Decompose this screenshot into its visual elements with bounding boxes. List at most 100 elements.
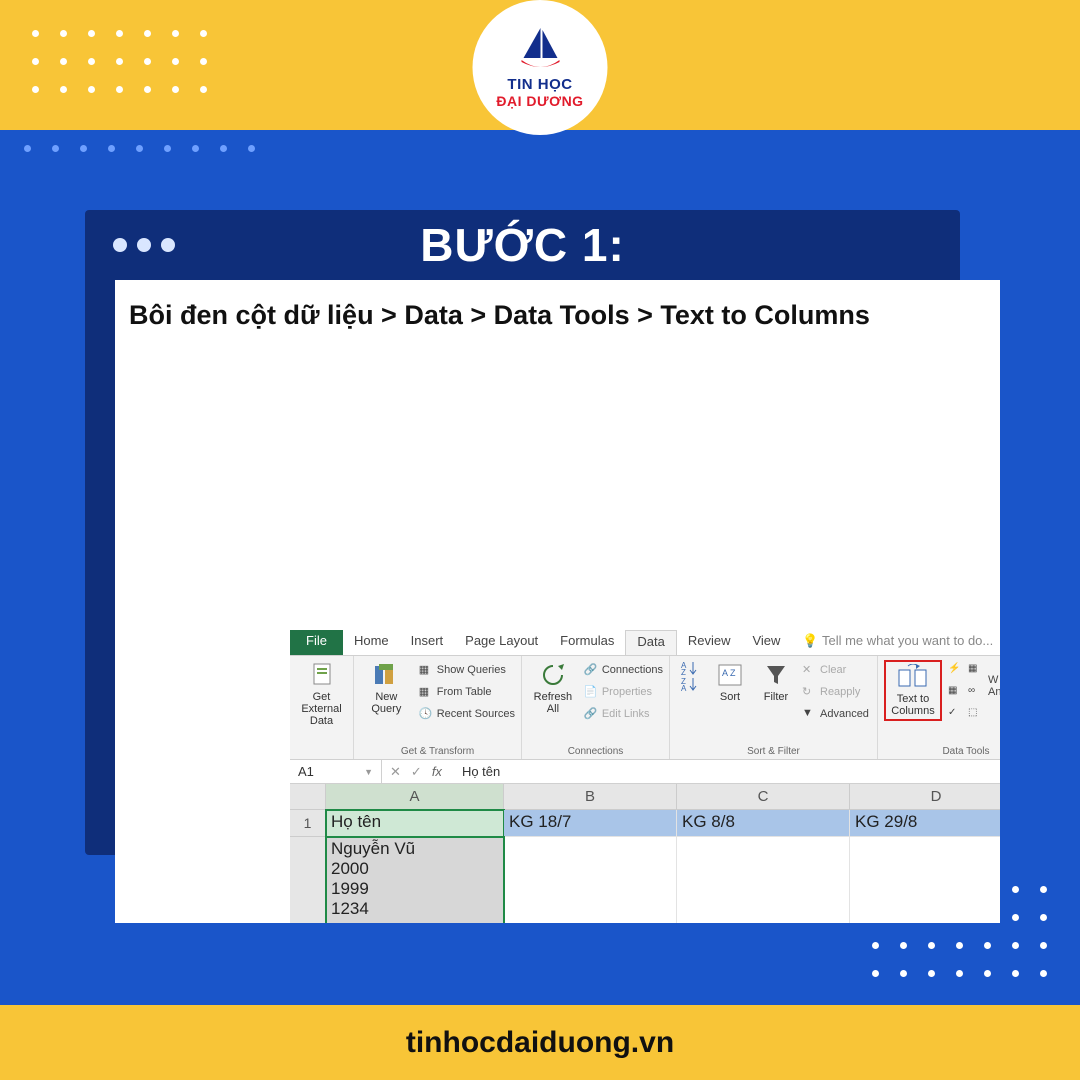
connections-button[interactable]: 🔗Connections (584, 660, 663, 680)
data-validation-button[interactable]: ✓ (948, 704, 962, 724)
cancel-icon[interactable]: ✕ (390, 764, 401, 780)
cell[interactable]: KG 29/8 (850, 810, 1000, 837)
decoration-dots-top (32, 30, 210, 96)
group-label: Get & Transform (360, 743, 515, 757)
group-label: Data Tools (884, 743, 1000, 757)
filter-button[interactable]: Filter (756, 660, 796, 703)
excel-screenshot: File Home Insert Page Layout Formulas Da… (290, 630, 1000, 923)
tab-formulas[interactable]: Formulas (549, 630, 625, 655)
recent-icon: 🕓 (419, 707, 433, 721)
advanced-button[interactable]: ▼Advanced (802, 704, 869, 724)
group-connections: Refresh All 🔗Connections 📄Properties 🔗Ed… (522, 656, 670, 759)
relationships-button[interactable]: ∞ (968, 682, 982, 702)
name-box-value: A1 (298, 764, 314, 779)
cell[interactable]: KG 8/8 (677, 810, 850, 837)
row-headers: 1 2 3 4 (290, 784, 326, 923)
label: Reapply (820, 686, 860, 698)
label: Connections (602, 664, 663, 676)
decoration-dots-blue (24, 145, 258, 155)
label: Recent Sources (437, 708, 515, 720)
logo: TIN HỌC ĐẠI DƯƠNG (473, 0, 608, 135)
external-data-icon (310, 662, 334, 688)
sort-icon: A Z (717, 662, 743, 688)
svg-text:Z: Z (681, 668, 686, 676)
clear-button[interactable]: ✕ Clear (802, 660, 869, 680)
flash-fill-button[interactable]: ⚡ (948, 660, 962, 680)
consolidate-button[interactable]: ▦ (968, 660, 982, 680)
show-queries-button[interactable]: ▦Show Queries (419, 660, 515, 680)
sailboat-icon (515, 26, 565, 70)
formula-value[interactable]: Họ tên (462, 764, 500, 779)
group-label: Sort & Filter (676, 743, 871, 757)
cell[interactable] (504, 837, 677, 923)
tab-home[interactable]: Home (343, 630, 400, 655)
table-row: Nguyễn Vũ 2000 1999 1234 (326, 837, 1000, 923)
label: Properties (602, 686, 652, 698)
col-header-a[interactable]: A (326, 784, 504, 810)
tab-data[interactable]: Data (625, 630, 676, 655)
tab-page-layout[interactable]: Page Layout (454, 630, 549, 655)
table-icon: ▦ (419, 685, 433, 699)
enter-icon[interactable]: ✓ (411, 764, 422, 780)
label: From Table (437, 686, 492, 698)
label: Advanced (820, 708, 869, 720)
recent-sources-button[interactable]: 🕓 Recent Sources (419, 704, 515, 724)
sort-za-icon: ZA (681, 676, 699, 692)
instruction-text: Bôi đen cột dữ liệu > Data > Data Tools … (115, 280, 1000, 341)
logo-text-1: TIN HỌC (507, 76, 572, 93)
table-icon: ▦ (419, 663, 433, 677)
tab-view[interactable]: View (741, 630, 791, 655)
validation-icon: ✓ (948, 707, 962, 721)
tab-file[interactable]: File (290, 630, 343, 655)
row-header[interactable]: 1 (290, 810, 326, 837)
fx-icon[interactable]: fx (432, 764, 442, 779)
tab-insert[interactable]: Insert (400, 630, 455, 655)
consolidate-icon: ▦ (968, 663, 982, 677)
sort-button[interactable]: A Z Sort (710, 660, 750, 703)
properties-button[interactable]: 📄Properties (584, 682, 663, 702)
group-get-external: Get External Data (290, 656, 354, 759)
text-to-columns-icon (898, 664, 928, 690)
reapply-button[interactable]: ↻Reapply (802, 682, 869, 702)
get-external-data-button[interactable]: Get External Data (296, 660, 347, 727)
new-query-button[interactable]: New Query (360, 660, 413, 715)
tab-review[interactable]: Review (677, 630, 742, 655)
whatif-truncated: W An (988, 660, 1000, 698)
tell-me[interactable]: 💡 Tell me what you want to do... (791, 630, 1000, 655)
sort-az-icon: AZ (681, 660, 699, 676)
new-query-icon (373, 662, 399, 688)
remove-dup-button[interactable]: ▦ (948, 682, 962, 702)
btn-label: New Query (371, 691, 401, 715)
btn-label: Get External Data (296, 691, 347, 727)
edit-links-button[interactable]: 🔗Edit Links (584, 704, 663, 724)
col-header-d[interactable]: D (850, 784, 1000, 810)
step-title: BƯỚC 1: (85, 218, 960, 272)
row-header[interactable]: 2 (290, 837, 326, 923)
sort-az-button[interactable]: AZ ZA (676, 660, 704, 692)
label: Clear (820, 664, 846, 676)
refresh-all-button[interactable]: Refresh All (528, 660, 578, 715)
col-header-c[interactable]: C (677, 784, 850, 810)
card-titlebar: BƯỚC 1: (85, 210, 960, 280)
btn-label: Text to Columns (891, 693, 934, 717)
cell[interactable]: Họ tên (326, 810, 504, 837)
cell[interactable] (850, 837, 1000, 923)
tell-me-text: Tell me what you want to do... (822, 633, 993, 648)
btn-label: Sort (720, 691, 740, 703)
cell[interactable]: Nguyễn Vũ 2000 1999 1234 (326, 837, 504, 923)
ribbon-tabs: File Home Insert Page Layout Formulas Da… (290, 630, 1000, 656)
dup-icon: ▦ (948, 685, 962, 699)
clear-icon: ✕ (802, 663, 816, 677)
ribbon-body: Get External Data New Query ▦Show Querie… (290, 656, 1000, 760)
chevron-down-icon: ▼ (364, 767, 373, 777)
select-all-corner[interactable] (290, 784, 326, 810)
cells-area[interactable]: Họ tên KG 18/7 KG 8/8 KG 29/8 Nguyễn Vũ … (326, 810, 1000, 923)
page: TIN HỌC ĐẠI DƯƠNG BƯỚC 1: Bôi đen cột dữ… (0, 0, 1080, 1080)
data-model-button[interactable]: ⬚ (968, 704, 982, 724)
text-to-columns-button[interactable]: Text to Columns (884, 660, 942, 721)
cell[interactable]: KG 18/7 (504, 810, 677, 837)
name-box[interactable]: A1 ▼ (290, 760, 382, 783)
cell[interactable] (677, 837, 850, 923)
from-table-button[interactable]: ▦ From Table (419, 682, 515, 702)
col-header-b[interactable]: B (504, 784, 677, 810)
